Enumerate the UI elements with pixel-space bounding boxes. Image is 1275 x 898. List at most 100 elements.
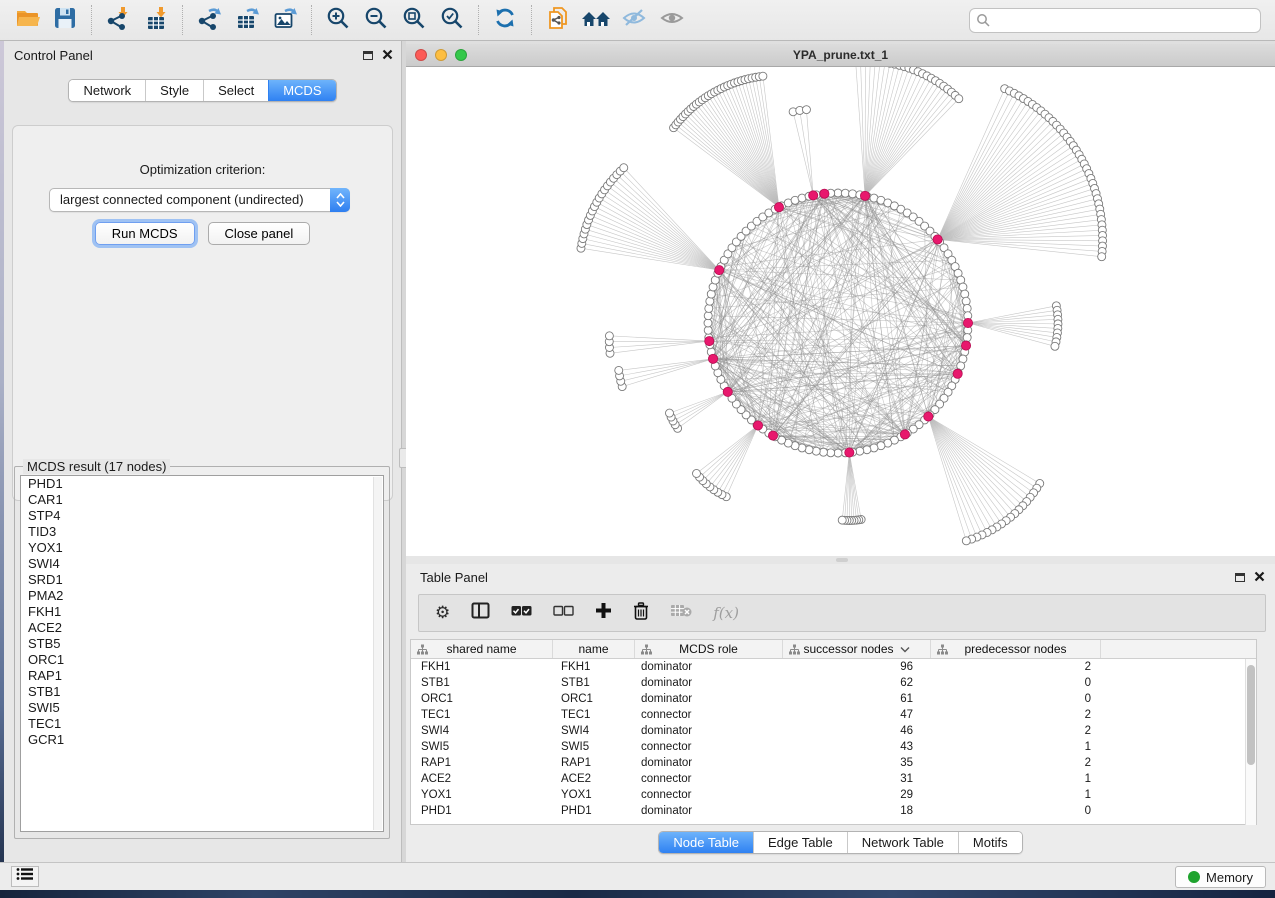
table-cell[interactable]: ACE2 <box>411 771 553 787</box>
tab-network[interactable]: Network <box>69 80 145 101</box>
table-row[interactable]: PHD1PHD1dominator180 <box>411 803 1256 819</box>
table-cell[interactable]: 35 <box>783 755 931 771</box>
table-cell[interactable]: 31 <box>783 771 931 787</box>
column-header-predecessor-nodes[interactable]: predecessor nodes <box>931 640 1101 658</box>
table-cell[interactable]: TEC1 <box>411 707 553 723</box>
table-cell[interactable]: 96 <box>783 659 931 675</box>
deselect-all-button[interactable] <box>553 604 574 622</box>
table-cell[interactable]: 2 <box>931 755 1101 771</box>
table-cell[interactable]: 2 <box>931 707 1101 723</box>
open-file-button[interactable] <box>8 3 46 37</box>
table-cell[interactable]: 61 <box>783 691 931 707</box>
network-canvas[interactable] <box>406 67 1275 556</box>
zoom-fit-button[interactable] <box>395 3 433 37</box>
table-row[interactable]: SWI4SWI4dominator462 <box>411 723 1256 739</box>
table-row[interactable]: ORC1ORC1dominator610 <box>411 691 1256 707</box>
table-cell[interactable]: dominator <box>635 755 783 771</box>
table-cell[interactable]: 2 <box>931 659 1101 675</box>
show-all-button[interactable] <box>653 3 691 37</box>
import-network-button[interactable] <box>99 3 137 37</box>
table-cell[interactable]: dominator <box>635 691 783 707</box>
table-cell[interactable]: YOX1 <box>553 787 635 803</box>
mcds-result-item[interactable]: RAP1 <box>21 668 383 684</box>
import-table-button[interactable] <box>137 3 175 37</box>
table-cell[interactable]: 1 <box>931 771 1101 787</box>
table-tab-node-table[interactable]: Node Table <box>659 832 753 853</box>
float-table-panel-icon[interactable] <box>1235 573 1245 582</box>
zoom-selected-button[interactable] <box>433 3 471 37</box>
mcds-result-item[interactable]: SWI5 <box>21 700 383 716</box>
table-cell[interactable]: 29 <box>783 787 931 803</box>
export-image-button[interactable] <box>266 3 304 37</box>
table-cell[interactable]: dominator <box>635 659 783 675</box>
mcds-result-item[interactable]: STB5 <box>21 636 383 652</box>
hide-selected-button[interactable] <box>615 3 653 37</box>
mcds-list-scrollbar[interactable] <box>373 477 382 830</box>
table-cell[interactable]: dominator <box>635 675 783 691</box>
mcds-result-item[interactable]: STP4 <box>21 508 383 524</box>
mcds-result-item[interactable]: TID3 <box>21 524 383 540</box>
table-cell[interactable]: YOX1 <box>411 787 553 803</box>
table-cell[interactable]: RAP1 <box>411 755 553 771</box>
table-tab-edge-table[interactable]: Edge Table <box>753 832 847 853</box>
run-mcds-button[interactable]: Run MCDS <box>95 222 195 245</box>
column-header-successor-nodes[interactable]: successor nodes <box>783 640 931 658</box>
mcds-result-item[interactable]: PMA2 <box>21 588 383 604</box>
table-cell[interactable]: FKH1 <box>411 659 553 675</box>
mcds-result-item[interactable]: FKH1 <box>21 604 383 620</box>
table-scrollbar-thumb[interactable] <box>1247 665 1255 765</box>
table-row[interactable]: YOX1YOX1connector291 <box>411 787 1256 803</box>
float-panel-icon[interactable] <box>363 51 373 60</box>
table-tab-motifs[interactable]: Motifs <box>958 832 1022 853</box>
tab-style[interactable]: Style <box>145 80 203 101</box>
optimization-criterion-select[interactable]: largest connected component (undirected) <box>49 188 350 212</box>
duplicate-network-button[interactable] <box>539 3 577 37</box>
mcds-result-item[interactable]: ORC1 <box>21 652 383 668</box>
mcds-result-item[interactable]: STB1 <box>21 684 383 700</box>
table-cell[interactable]: connector <box>635 787 783 803</box>
horizontal-splitter[interactable] <box>406 556 1275 564</box>
column-header-shared-name[interactable]: shared name <box>411 640 553 658</box>
table-cell[interactable]: 18 <box>783 803 931 819</box>
table-row[interactable]: FKH1FKH1dominator962 <box>411 659 1256 675</box>
table-cell[interactable]: SWI5 <box>553 739 635 755</box>
table-row[interactable]: ACE2ACE2connector311 <box>411 771 1256 787</box>
table-cell[interactable]: PHD1 <box>553 803 635 819</box>
mcds-result-item[interactable]: YOX1 <box>21 540 383 556</box>
refresh-layout-button[interactable] <box>486 3 524 37</box>
mcds-result-item[interactable]: GCR1 <box>21 732 383 748</box>
delete-table-button[interactable] <box>670 603 692 623</box>
table-row[interactable]: STB1STB1dominator620 <box>411 675 1256 691</box>
table-tab-network-table[interactable]: Network Table <box>847 832 958 853</box>
table-cell[interactable]: dominator <box>635 803 783 819</box>
table-cell[interactable]: 43 <box>783 739 931 755</box>
table-cell[interactable]: 0 <box>931 803 1101 819</box>
table-scrollbar[interactable] <box>1245 659 1256 825</box>
first-neighbors-button[interactable] <box>577 3 615 37</box>
zoom-in-button[interactable] <box>319 3 357 37</box>
mcds-result-item[interactable]: ACE2 <box>21 620 383 636</box>
table-row[interactable]: SWI5SWI5connector431 <box>411 739 1256 755</box>
table-options-button[interactable]: ⚙ <box>435 605 450 622</box>
table-cell[interactable]: connector <box>635 771 783 787</box>
mcds-result-item[interactable]: SRD1 <box>21 572 383 588</box>
table-cell[interactable]: 1 <box>931 787 1101 803</box>
table-cell[interactable]: connector <box>635 707 783 723</box>
table-cell[interactable]: PHD1 <box>411 803 553 819</box>
zoom-out-button[interactable] <box>357 3 395 37</box>
table-cell[interactable]: 46 <box>783 723 931 739</box>
table-cell[interactable]: dominator <box>635 723 783 739</box>
table-cell[interactable]: RAP1 <box>553 755 635 771</box>
search-input[interactable] <box>969 8 1261 33</box>
table-cell[interactable]: SWI4 <box>553 723 635 739</box>
table-row[interactable]: TEC1TEC1connector472 <box>411 707 1256 723</box>
table-cell[interactable]: 0 <box>931 691 1101 707</box>
save-session-button[interactable] <box>46 3 84 37</box>
table-cell[interactable]: 0 <box>931 675 1101 691</box>
close-panel-button[interactable]: Close panel <box>208 222 311 245</box>
table-cell[interactable]: ORC1 <box>553 691 635 707</box>
memory-button[interactable]: Memory <box>1175 866 1266 888</box>
table-cell[interactable]: 47 <box>783 707 931 723</box>
select-all-button[interactable] <box>511 604 532 622</box>
column-panel-button[interactable] <box>471 602 490 624</box>
